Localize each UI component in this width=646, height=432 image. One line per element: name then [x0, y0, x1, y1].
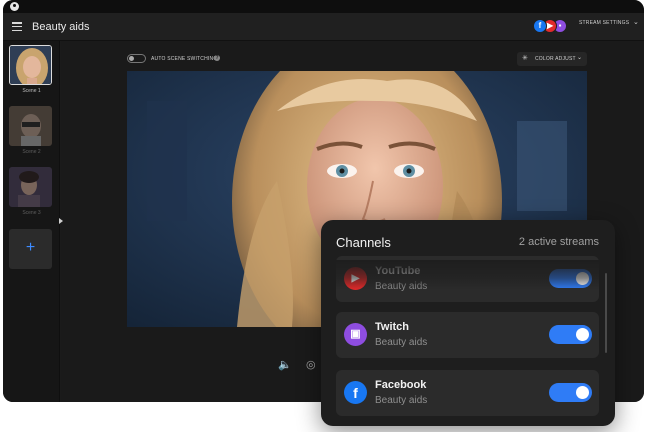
facebook-stream-toggle[interactable] [549, 383, 592, 402]
channels-title: Channels [336, 235, 391, 250]
auto-scene-switch-toggle[interactable] [127, 54, 146, 63]
youtube-stream-toggle[interactable] [549, 269, 592, 288]
color-adjust-label: COLOR ADJUST [535, 56, 576, 62]
channel-card-facebook: f Facebook Beauty aids [336, 370, 599, 416]
scene-thumbnail-3[interactable] [9, 167, 52, 207]
speaker-icon[interactable]: 🔈 [278, 358, 292, 371]
channel-name: YouTube [375, 265, 421, 277]
channel-subtitle: Beauty aids [375, 337, 428, 348]
top-strip [3, 0, 644, 13]
header-bar: Beauty aids f ▶ ▪ STREAM SETTINGS ⌄ [3, 13, 644, 41]
channel-card-youtube: ▶ YouTube Beauty aids [336, 256, 599, 302]
twitch-icon: ▣ [344, 323, 367, 346]
channel-subtitle: Beauty aids [375, 281, 428, 292]
youtube-icon: ▶ [344, 267, 367, 290]
channel-card-twitch: ▣ Twitch Beauty aids [336, 312, 599, 358]
sidebar-collapse-icon[interactable] [59, 218, 63, 224]
camera-icon[interactable]: ◎ [306, 358, 316, 371]
stream-settings-button[interactable]: STREAM SETTINGS [579, 20, 629, 26]
brightness-icon: ✳ [522, 55, 528, 62]
chevron-down-icon: ⌄ [577, 55, 583, 61]
info-icon[interactable]: ? [214, 55, 220, 61]
portrait-thumbnail [9, 167, 52, 207]
scene-thumbnail-2[interactable] [9, 106, 52, 146]
scene-label: Scene 1 [22, 88, 41, 94]
hamburger-menu-icon[interactable] [12, 22, 22, 32]
channel-name: Facebook [375, 379, 427, 391]
color-adjust-button[interactable]: ✳ COLOR ADJUST ⌄ [517, 52, 587, 66]
portrait-thumbnail [10, 46, 51, 84]
channels-panel: Channels 2 active streams ▶ YouTube Beau… [321, 220, 615, 426]
auto-scene-switch-label: AUTO SCENE SWITCHING [151, 56, 218, 62]
scene-thumbnail-1[interactable] [9, 45, 52, 85]
facebook-icon: f [344, 381, 367, 404]
add-scene-button[interactable]: + [9, 229, 52, 269]
channel-subtitle: Beauty aids [375, 395, 428, 406]
twitch-stream-toggle[interactable] [549, 325, 592, 344]
portrait-thumbnail [9, 106, 52, 146]
scene-sidebar: Scene 1 Scene 2 Scene 3 + [3, 41, 60, 402]
page-title: Beauty aids [32, 21, 90, 33]
scene-label: Scene 2 [22, 149, 41, 155]
facebook-icon: f [533, 19, 547, 33]
channels-scrollbar[interactable] [605, 273, 607, 353]
scene-label: Scene 3 [22, 210, 41, 216]
app-logo-icon [10, 2, 19, 11]
active-streams-count: 2 active streams [518, 236, 599, 248]
chevron-down-icon[interactable]: ⌄ [633, 18, 639, 26]
channel-name: Twitch [375, 321, 410, 333]
